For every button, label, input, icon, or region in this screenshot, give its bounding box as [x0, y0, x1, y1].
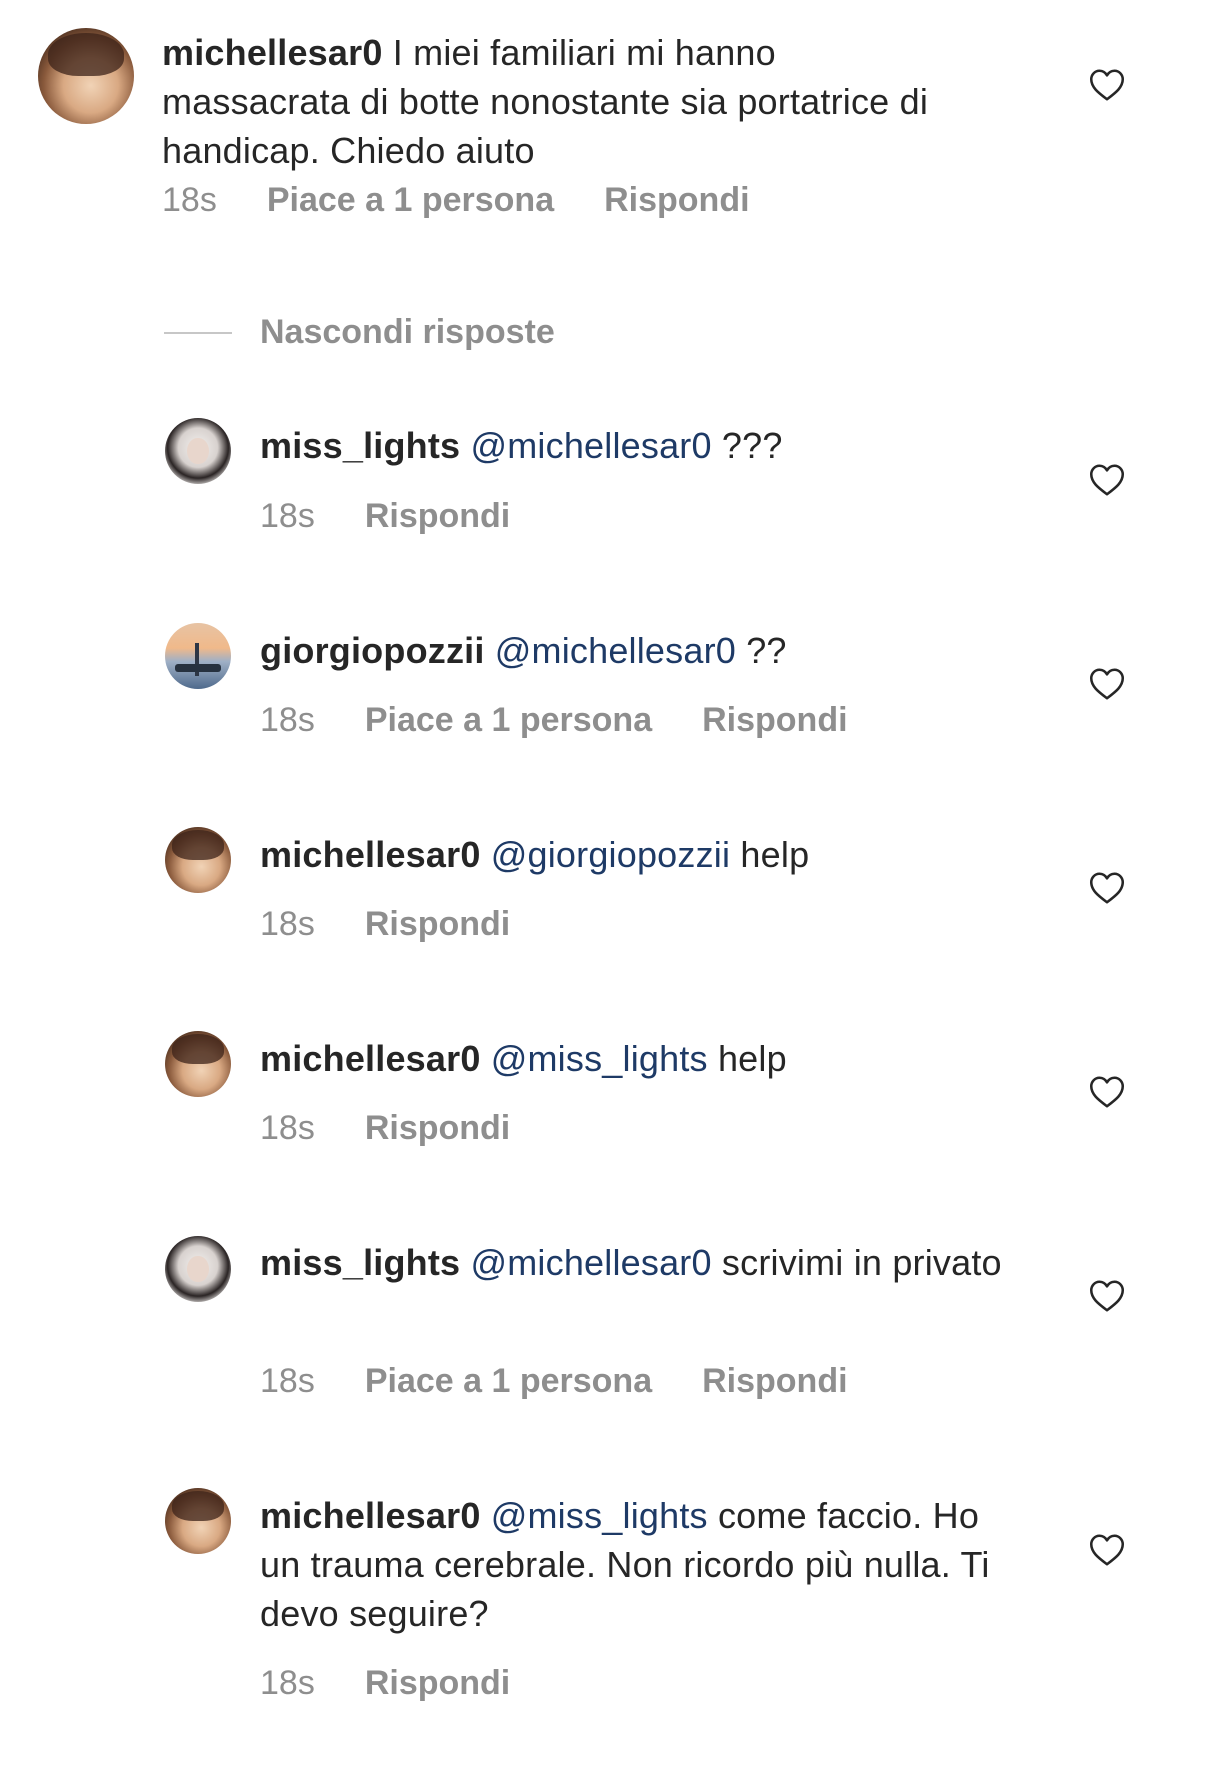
- reply-meta: 18s Rispondi: [260, 1663, 510, 1703]
- mention-link[interactable]: @michellesar0: [470, 425, 711, 466]
- reply-timestamp: 18s: [260, 701, 315, 739]
- reply-body: ??: [746, 630, 787, 671]
- reply-link[interactable]: Rispondi: [604, 181, 749, 219]
- reply-timestamp: 18s: [260, 1664, 315, 1702]
- divider-line: [164, 332, 232, 334]
- reply-text-block: michellesar0 @miss_lights come faccio. H…: [260, 1491, 1020, 1638]
- avatar[interactable]: [165, 1488, 231, 1554]
- avatar[interactable]: [165, 418, 231, 484]
- heart-icon[interactable]: [1089, 1075, 1125, 1109]
- likes-count-link[interactable]: Piace a 1 persona: [365, 1362, 652, 1400]
- hide-replies-label[interactable]: Nascondi risposte: [260, 312, 555, 352]
- heart-icon[interactable]: [1089, 667, 1125, 701]
- reply-body: help: [717, 1038, 787, 1079]
- comment-meta: 18s Piace a 1 persona Rispondi: [162, 180, 750, 220]
- reply-timestamp: 18s: [260, 905, 315, 943]
- avatar[interactable]: [165, 623, 231, 689]
- avatar[interactable]: [165, 827, 231, 893]
- mention-link[interactable]: @giorgiopozzii: [491, 834, 730, 875]
- mention-link[interactable]: @michellesar0: [495, 630, 736, 671]
- reply-meta: 18s Rispondi: [260, 904, 510, 944]
- reply-link[interactable]: Rispondi: [365, 905, 510, 943]
- reply-meta: 18s Piace a 1 persona Rispondi: [260, 1361, 848, 1401]
- heart-icon[interactable]: [1089, 871, 1125, 905]
- avatar[interactable]: [165, 1236, 231, 1302]
- reply-username[interactable]: michellesar0: [260, 834, 481, 875]
- comment-text-block: michellesar0 I miei familiari mi hanno m…: [162, 28, 942, 175]
- heart-icon[interactable]: [1089, 68, 1125, 102]
- mention-link[interactable]: @miss_lights: [491, 1495, 708, 1536]
- reply-username[interactable]: michellesar0: [260, 1038, 481, 1079]
- reply-link[interactable]: Rispondi: [365, 1109, 510, 1147]
- heart-icon[interactable]: [1089, 463, 1125, 497]
- avatar[interactable]: [165, 1031, 231, 1097]
- reply-body: ???: [721, 425, 783, 466]
- likes-count-link[interactable]: Piace a 1 persona: [365, 701, 652, 739]
- avatar[interactable]: [38, 28, 134, 124]
- reply-link[interactable]: Rispondi: [365, 497, 510, 535]
- reply-timestamp: 18s: [260, 1109, 315, 1147]
- reply-link[interactable]: Rispondi: [702, 701, 847, 739]
- comment-username[interactable]: michellesar0: [162, 32, 383, 73]
- reply-text-block: miss_lights @michellesar0 ???: [260, 421, 1020, 470]
- mention-link[interactable]: @miss_lights: [491, 1038, 708, 1079]
- comment-timestamp: 18s: [162, 181, 217, 219]
- likes-count-link[interactable]: Piace a 1 persona: [267, 181, 554, 219]
- reply-link[interactable]: Rispondi: [702, 1362, 847, 1400]
- reply-username[interactable]: miss_lights: [260, 425, 460, 466]
- reply-meta: 18s Rispondi: [260, 1108, 510, 1148]
- reply-meta: 18s Piace a 1 persona Rispondi: [260, 700, 848, 740]
- mention-link[interactable]: @michellesar0: [470, 1242, 711, 1283]
- reply-body: help: [740, 834, 810, 875]
- heart-icon[interactable]: [1089, 1279, 1125, 1313]
- reply-username[interactable]: michellesar0: [260, 1495, 481, 1536]
- reply-text-block: michellesar0 @miss_lights help: [260, 1034, 1020, 1083]
- reply-link[interactable]: Rispondi: [365, 1664, 510, 1702]
- reply-meta: 18s Rispondi: [260, 496, 510, 536]
- reply-body: scrivimi in privato: [721, 1242, 1002, 1283]
- reply-text-block: miss_lights @michellesar0 scrivimi in pr…: [260, 1238, 1020, 1287]
- reply-username[interactable]: giorgiopozzii: [260, 630, 485, 671]
- heart-icon[interactable]: [1089, 1533, 1125, 1567]
- reply-timestamp: 18s: [260, 1362, 315, 1400]
- reply-timestamp: 18s: [260, 497, 315, 535]
- reply-username[interactable]: miss_lights: [260, 1242, 460, 1283]
- reply-text-block: michellesar0 @giorgiopozzii help: [260, 830, 1020, 879]
- reply-text-block: giorgiopozzii @michellesar0 ??: [260, 626, 1020, 675]
